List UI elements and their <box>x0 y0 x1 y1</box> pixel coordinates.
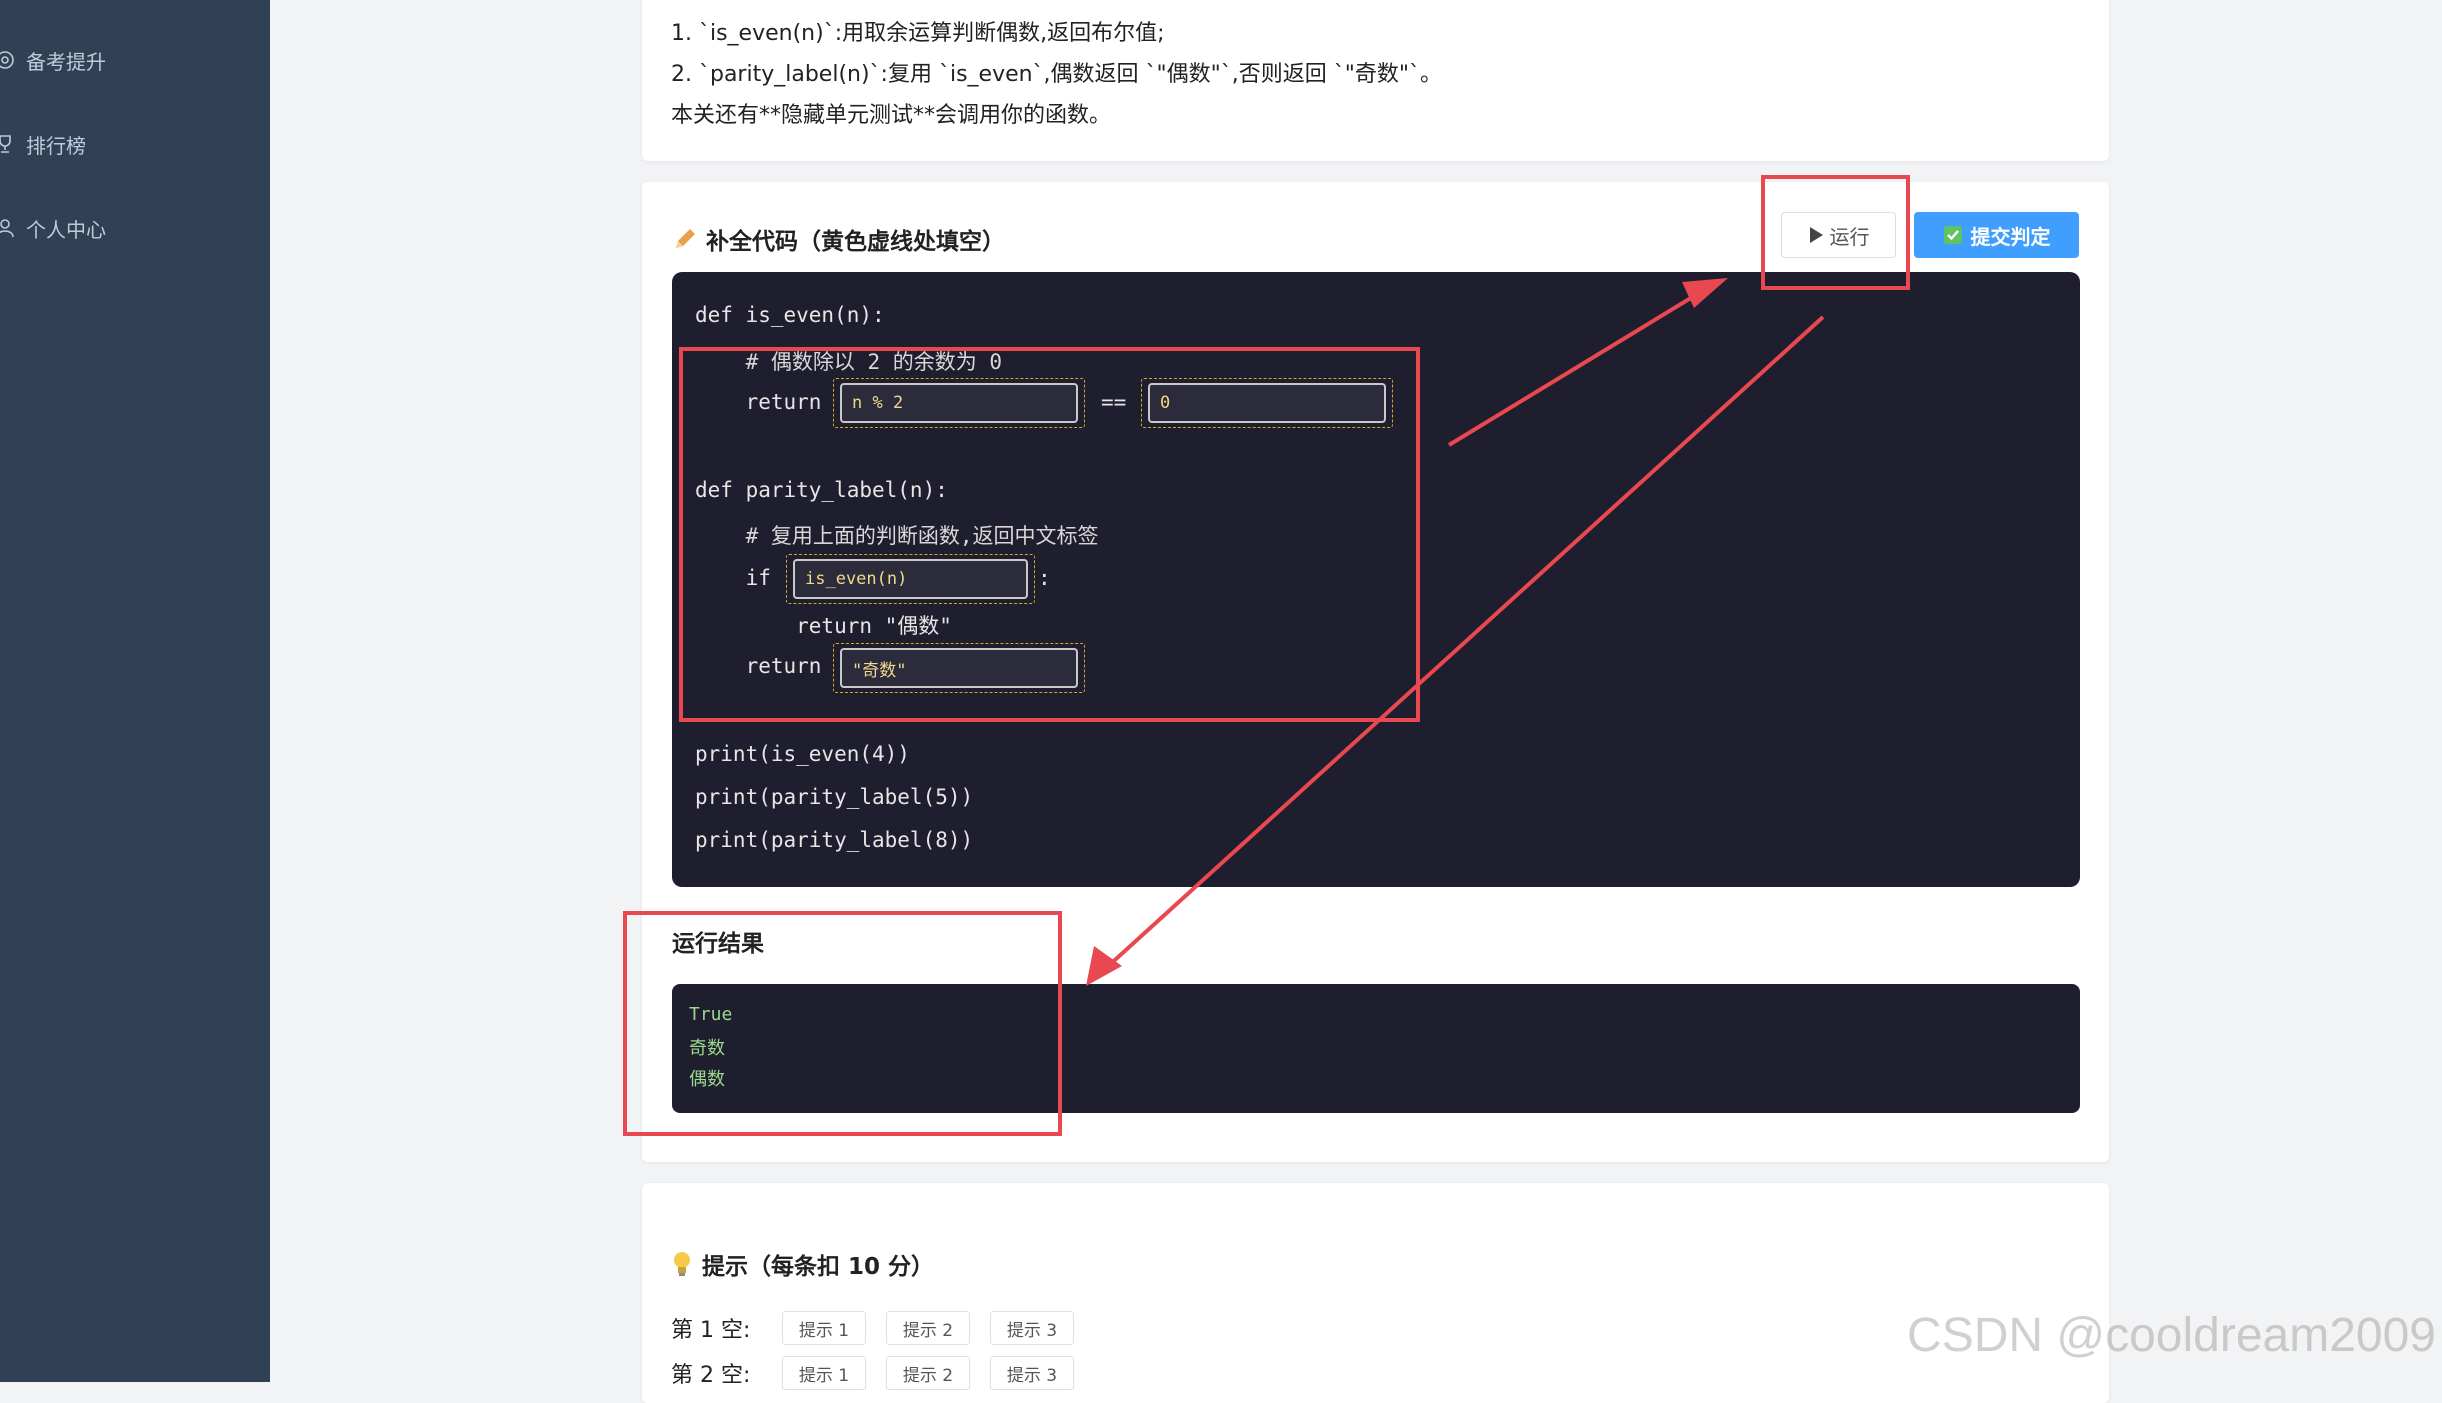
code-line: def parity_label(n): <box>695 478 948 502</box>
hints-title-text: 提示（每条扣 10 分） <box>702 1254 935 1280</box>
output-line: 奇数 <box>689 1038 725 1059</box>
code-line: print(parity_label(5)) <box>695 785 974 809</box>
blank-1-input[interactable] <box>840 383 1078 423</box>
sidebar-item-leaderboard[interactable]: 排行榜 <box>0 124 86 164</box>
pencil-icon <box>672 226 698 252</box>
hint-2-2-button[interactable]: 提示 2 <box>886 1356 970 1390</box>
code-line: print(is_even(4)) <box>695 742 910 766</box>
description-line-1: 1. `is_even(n)`:用取余运算判断偶数,返回布尔值; <box>671 21 1165 46</box>
blank-1-frame <box>833 378 1085 428</box>
hint-row-label: 第 1 空: <box>671 1318 751 1343</box>
target-icon <box>0 49 16 71</box>
code-operator: == <box>1101 390 1127 414</box>
blank-3-input[interactable] <box>793 559 1028 599</box>
output-line: 偶数 <box>689 1069 725 1090</box>
run-button[interactable]: 运行 <box>1781 212 1896 258</box>
code-line: print(parity_label(8)) <box>695 828 974 852</box>
editor-title: 补全代码（黄色虚线处填空） <box>672 222 1005 256</box>
code-line: return "偶数" <box>695 614 952 638</box>
lightbulb-icon <box>672 1250 692 1278</box>
trophy-icon <box>0 133 16 155</box>
hint-1-2-button[interactable]: 提示 2 <box>886 1311 970 1345</box>
sidebar-item-label: 备考提升 <box>26 49 106 74</box>
sidebar: 备考提升 排行榜 个人中心 <box>0 0 270 1382</box>
sidebar-item-label: 排行榜 <box>26 133 86 158</box>
sidebar-item-label: 个人中心 <box>26 217 106 242</box>
blank-2-input[interactable] <box>1148 383 1386 423</box>
sidebar-item-exam-prep[interactable]: 备考提升 <box>0 40 106 80</box>
output-console: True 奇数 偶数 <box>672 984 2080 1113</box>
user-icon <box>0 217 16 239</box>
result-title: 运行结果 <box>672 931 764 957</box>
blank-4-input[interactable] <box>840 648 1078 688</box>
sidebar-item-profile[interactable]: 个人中心 <box>0 208 106 248</box>
checkbox-icon <box>1943 225 1963 245</box>
description-line-3: 本关还有**隐藏单元测试**会调用你的函数。 <box>671 103 1112 128</box>
hints-title: 提示（每条扣 10 分） <box>672 1247 934 1281</box>
hint-2-1-button[interactable]: 提示 1 <box>782 1356 866 1390</box>
description-line-2: 2. `parity_label(n)`:复用 `is_even`,偶数返回 `… <box>671 62 1443 87</box>
code-keyword: return <box>695 390 822 414</box>
hint-row-label: 第 2 空: <box>671 1363 751 1388</box>
blank-2-frame <box>1141 378 1393 428</box>
blank-4-frame <box>833 643 1085 693</box>
code-comment: # 偶数除以 2 的余数为 0 <box>695 350 1003 374</box>
submit-button-label: 提交判定 <box>1970 224 2051 249</box>
watermark: CSDN @cooldream2009 <box>1907 1309 2436 1362</box>
hint-1-3-button[interactable]: 提示 3 <box>990 1311 1074 1345</box>
editor-title-text: 补全代码（黄色虚线处填空） <box>706 229 1005 255</box>
play-icon <box>1808 226 1824 244</box>
submit-button[interactable]: 提交判定 <box>1914 212 2079 258</box>
output-line: True <box>689 1004 733 1025</box>
code-comment: # 复用上面的判断函数,返回中文标签 <box>695 524 1099 548</box>
code-keyword: return <box>695 654 822 678</box>
run-button-label: 运行 <box>1829 224 1870 249</box>
blank-3-frame <box>786 554 1035 604</box>
code-keyword: if <box>695 566 771 590</box>
code-colon: : <box>1038 566 1051 590</box>
hint-1-1-button[interactable]: 提示 1 <box>782 1311 866 1345</box>
code-line: def is_even(n): <box>695 303 885 327</box>
hint-2-3-button[interactable]: 提示 3 <box>990 1356 1074 1390</box>
